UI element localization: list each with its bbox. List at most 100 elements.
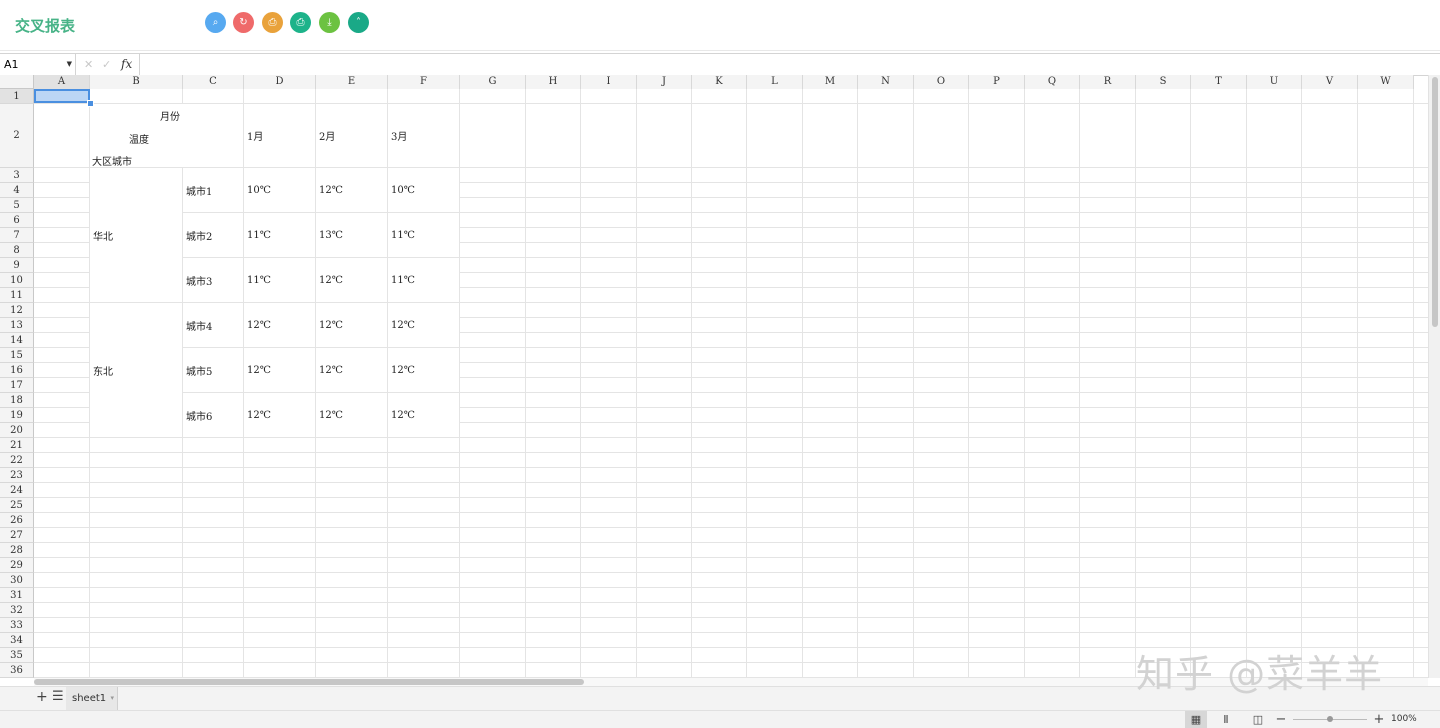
column-header-a[interactable]: A [34, 75, 90, 89]
row-header-31[interactable]: 31 [0, 588, 34, 603]
row-header-2[interactable]: 2 [0, 104, 34, 168]
row-header-24[interactable]: 24 [0, 483, 34, 498]
row-header-35[interactable]: 35 [0, 648, 34, 663]
month-header-cell[interactable]: 3月 [388, 104, 460, 168]
temperature-cell[interactable]: 12℃ [388, 393, 460, 438]
column-header-o[interactable]: O [914, 75, 969, 89]
temperature-cell[interactable]: 12℃ [316, 258, 388, 303]
column-header-t[interactable]: T [1191, 75, 1247, 89]
row-header-25[interactable]: 25 [0, 498, 34, 513]
normal-view-icon[interactable]: ▦ [1185, 711, 1207, 728]
tab-sheet1[interactable]: sheet1 ▾ [66, 687, 118, 710]
column-header-u[interactable]: U [1247, 75, 1302, 89]
column-header-k[interactable]: K [692, 75, 747, 89]
region-cell[interactable]: 华北 [90, 168, 183, 303]
row-header-30[interactable]: 30 [0, 573, 34, 588]
fill-handle[interactable] [87, 100, 94, 107]
column-header-b[interactable]: B [90, 75, 183, 89]
chevron-down-icon[interactable]: ▼ [67, 54, 72, 75]
temperature-cell[interactable]: 11℃ [244, 258, 316, 303]
row-header-6[interactable]: 6 [0, 213, 34, 228]
row-header-14[interactable]: 14 [0, 333, 34, 348]
city-cell[interactable]: 城市6 [183, 393, 244, 438]
confirm-icon[interactable]: ✓ [102, 54, 111, 75]
temperature-cell[interactable]: 12℃ [316, 168, 388, 213]
row-header-17[interactable]: 17 [0, 378, 34, 393]
city-cell[interactable]: 城市5 [183, 348, 244, 393]
row-header-20[interactable]: 20 [0, 423, 34, 438]
row-header-33[interactable]: 33 [0, 618, 34, 633]
row-header-28[interactable]: 28 [0, 543, 34, 558]
column-header-q[interactable]: Q [1025, 75, 1080, 89]
collapse-icon[interactable]: ˄ [348, 12, 369, 33]
temperature-cell[interactable]: 11℃ [388, 213, 460, 258]
column-header-c[interactable]: C [183, 75, 244, 89]
row-header-29[interactable]: 29 [0, 558, 34, 573]
column-header-d[interactable]: D [244, 75, 316, 89]
zoom-slider-knob[interactable] [1327, 716, 1333, 722]
city-cell[interactable]: 城市3 [183, 258, 244, 303]
column-header-p[interactable]: P [969, 75, 1025, 89]
column-header-v[interactable]: V [1302, 75, 1358, 89]
city-cell[interactable]: 城市2 [183, 213, 244, 258]
row-header-15[interactable]: 15 [0, 348, 34, 363]
row-header-18[interactable]: 18 [0, 393, 34, 408]
row-header-5[interactable]: 5 [0, 198, 34, 213]
row-header-21[interactable]: 21 [0, 438, 34, 453]
column-header-w[interactable]: W [1358, 75, 1414, 89]
sheet-list-icon[interactable]: ☰ [52, 689, 64, 704]
zoom-out-icon[interactable]: − [1270, 711, 1292, 728]
vertical-scroll-thumb[interactable] [1432, 77, 1438, 327]
print-settings-icon[interactable]: ⎙ [290, 12, 311, 33]
city-cell[interactable]: 城市4 [183, 303, 244, 348]
column-header-l[interactable]: L [747, 75, 803, 89]
month-header-cell[interactable]: 1月 [244, 104, 316, 168]
row-header-10[interactable]: 10 [0, 273, 34, 288]
refresh-icon[interactable]: ↻ [233, 12, 254, 33]
row-header-27[interactable]: 27 [0, 528, 34, 543]
temperature-cell[interactable]: 12℃ [316, 393, 388, 438]
zoom-in-icon[interactable]: + [1368, 711, 1390, 728]
select-all-corner[interactable] [0, 75, 34, 89]
cancel-icon[interactable]: ✕ [84, 54, 93, 75]
temperature-cell[interactable]: 10℃ [244, 168, 316, 213]
column-header-f[interactable]: F [388, 75, 460, 89]
page-layout-view-icon[interactable]: ◫ [1247, 711, 1269, 728]
temperature-cell[interactable]: 12℃ [244, 393, 316, 438]
row-header-16[interactable]: 16 [0, 363, 34, 378]
month-header-cell[interactable]: 2月 [316, 104, 388, 168]
temperature-cell[interactable]: 11℃ [388, 258, 460, 303]
column-header-r[interactable]: R [1080, 75, 1136, 89]
row-header-4[interactable]: 4 [0, 183, 34, 198]
vertical-scrollbar[interactable] [1428, 75, 1440, 678]
temperature-cell[interactable]: 12℃ [244, 348, 316, 393]
temperature-cell[interactable]: 12℃ [316, 303, 388, 348]
region-cell[interactable]: 东北 [90, 303, 183, 438]
row-header-1[interactable]: 1 [0, 89, 34, 104]
row-header-26[interactable]: 26 [0, 513, 34, 528]
temperature-cell[interactable]: 10℃ [388, 168, 460, 213]
row-header-3[interactable]: 3 [0, 168, 34, 183]
row-header-36[interactable]: 36 [0, 663, 34, 678]
temperature-cell[interactable]: 12℃ [388, 303, 460, 348]
row-header-23[interactable]: 23 [0, 468, 34, 483]
temperature-cell[interactable]: 12℃ [316, 348, 388, 393]
column-header-i[interactable]: I [581, 75, 637, 89]
row-header-7[interactable]: 7 [0, 228, 34, 243]
add-sheet-button[interactable]: + [36, 689, 48, 705]
column-header-e[interactable]: E [316, 75, 388, 89]
column-header-g[interactable]: G [460, 75, 526, 89]
temperature-cell[interactable]: 13℃ [316, 213, 388, 258]
selected-cell[interactable] [34, 89, 90, 103]
column-header-s[interactable]: S [1136, 75, 1191, 89]
row-header-34[interactable]: 34 [0, 633, 34, 648]
column-header-h[interactable]: H [526, 75, 581, 89]
row-header-19[interactable]: 19 [0, 408, 34, 423]
cell-reference-box[interactable]: A1 ▼ [0, 54, 76, 75]
fx-icon[interactable]: fx [121, 54, 132, 75]
column-header-n[interactable]: N [858, 75, 914, 89]
chevron-down-icon[interactable]: ▾ [110, 687, 114, 710]
page-break-view-icon[interactable]: Ⅱ [1215, 711, 1237, 728]
horizontal-scroll-thumb[interactable] [34, 679, 584, 685]
temperature-cell[interactable]: 11℃ [244, 213, 316, 258]
